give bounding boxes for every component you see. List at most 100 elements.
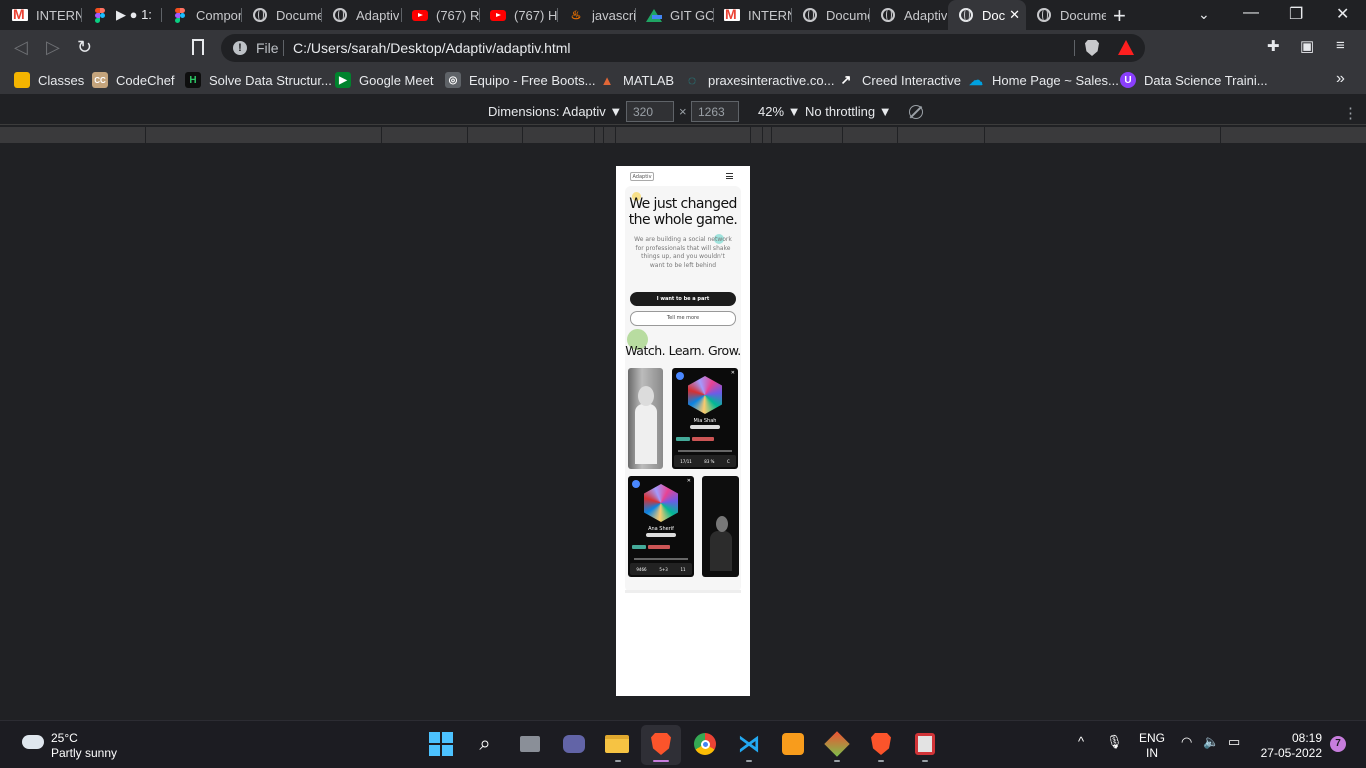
weather-temperature[interactable]: 25°C <box>51 731 78 745</box>
tab-youtube-1[interactable]: (767) Re <box>402 0 480 30</box>
gmail-icon <box>724 6 740 23</box>
youtube-icon <box>412 7 428 23</box>
language-indicator[interactable]: ENG IN <box>1139 731 1165 761</box>
tab-document-2[interactable]: Docume <box>792 0 870 30</box>
back-button[interactable]: ◁ <box>14 37 28 58</box>
bookmark-classes[interactable]: Classes <box>14 71 84 89</box>
bookmark-codechef[interactable]: CC CodeChef <box>92 71 175 89</box>
tab-intern-2[interactable]: INTERN <box>714 0 792 30</box>
tab-components[interactable]: Compor <box>162 0 242 30</box>
brave-shields-icon[interactable] <box>1085 40 1099 56</box>
dimensions-dropdown[interactable]: Dimensions: Adaptiv ▼ <box>488 104 622 119</box>
stat-value: 5+3 <box>659 566 668 572</box>
start-button[interactable] <box>428 731 454 757</box>
volume-icon[interactable]: 🔈 <box>1203 734 1219 750</box>
join-button[interactable]: I want to be a part <box>630 292 736 306</box>
sublime-text-icon[interactable] <box>780 731 806 757</box>
new-tab-button[interactable]: + <box>1113 3 1126 29</box>
tab-media-playing[interactable]: ▶ ● 1: <box>82 0 162 30</box>
tab-adaptiv-2[interactable]: Adaptiv <box>870 0 948 30</box>
stat-value: C <box>726 458 730 464</box>
bookmark-icon[interactable] <box>192 39 204 59</box>
bookmark-data-science[interactable]: U Data Science Traini... <box>1120 71 1268 89</box>
stat-value: 9466 <box>636 566 647 572</box>
notification-badge[interactable]: 7 <box>1330 736 1346 752</box>
brave-browser-icon-2[interactable] <box>868 731 894 757</box>
bookmark-salesforce[interactable]: ☁ Home Page ~ Sales... <box>968 71 1119 89</box>
git-gui-icon[interactable] <box>824 731 850 757</box>
snipping-tool-icon[interactable] <box>912 731 938 757</box>
globe-icon: ◎ <box>445 72 461 88</box>
tab-label: Docume <box>826 7 870 23</box>
tell-me-more-button[interactable]: Tell me more <box>630 311 736 326</box>
search-icon[interactable]: ⌕ <box>472 731 498 757</box>
throttling-dropdown[interactable]: No throttling ▼ <box>805 104 892 119</box>
tab-adaptiv-1[interactable]: Adaptiv <box>322 0 402 30</box>
teams-chat-icon[interactable] <box>561 731 587 757</box>
youtube-icon <box>490 7 506 23</box>
profile-name: Ana Sherif <box>648 526 674 532</box>
site-info-icon[interactable]: ! <box>233 41 247 55</box>
wifi-icon[interactable]: ◠ <box>1181 734 1192 750</box>
address-bar[interactable]: ! File C:/Users/sarah/Desktop/Adaptiv/ad… <box>221 34 1145 62</box>
site-logo[interactable]: Adaptiv <box>630 172 654 181</box>
brave-browser-icon[interactable] <box>648 731 674 757</box>
forward-button[interactable]: ▷ <box>46 37 60 58</box>
tab-youtube-2[interactable]: (767) He <box>480 0 558 30</box>
weather-description[interactable]: Partly sunny <box>51 746 117 760</box>
wallet-icon[interactable]: ▣ <box>1300 37 1314 55</box>
tab-search-chevron-icon[interactable]: ⌄ <box>1198 6 1210 23</box>
dimension-separator: × <box>679 104 687 119</box>
tab-document-3[interactable]: Docume <box>1026 0 1106 30</box>
tab-close-button[interactable]: ✕ <box>1009 7 1020 23</box>
bookmarks-overflow-icon[interactable]: » <box>1336 70 1345 88</box>
zoom-dropdown[interactable]: 42% ▼ <box>758 104 801 119</box>
bookmark-label: praxesinteractive.co... <box>708 72 835 88</box>
microphone-icon[interactable]: 🎙 <box>1106 734 1123 750</box>
bookmark-equipo[interactable]: ◎ Equipo - Free Boots... <box>445 71 595 89</box>
chrome-icon[interactable] <box>692 731 718 757</box>
java-icon: ♨ <box>570 8 582 22</box>
restore-button[interactable]: ❐ <box>1289 4 1303 24</box>
clock-date: 27-05-2022 <box>1260 746 1322 760</box>
device-height-input[interactable] <box>691 101 739 122</box>
tab-git-drive[interactable]: GIT GOI <box>636 0 714 30</box>
globe-icon <box>958 7 974 23</box>
reload-button[interactable]: ↻ <box>77 37 92 58</box>
tray-overflow-chevron-icon[interactable]: ^ <box>1078 734 1084 749</box>
task-view-icon[interactable] <box>517 731 543 757</box>
tab-intern-1[interactable]: INTERN <box>2 0 82 30</box>
running-indicator <box>615 760 621 762</box>
hamburger-menu-icon[interactable] <box>726 173 733 179</box>
tab-label: javascrip <box>592 7 636 23</box>
profile-name: Mia Shah <box>693 418 717 424</box>
media-query-bar[interactable] <box>0 127 1366 143</box>
bookmark-label: MATLAB <box>623 72 675 88</box>
device-viewport[interactable]: Adaptiv We just changed the whole game. … <box>616 166 750 696</box>
weather-partly-sunny-icon[interactable] <box>22 729 44 749</box>
brave-rewards-icon[interactable] <box>1118 40 1134 55</box>
battery-icon[interactable]: ▭ <box>1228 734 1240 750</box>
vscode-icon[interactable]: ⋊ <box>736 731 762 757</box>
menu-icon[interactable]: ≡ <box>1336 37 1345 54</box>
bookmark-praxes[interactable]: ◌ praxesinteractive.co... <box>684 71 835 89</box>
tab-document-1[interactable]: Docume <box>242 0 322 30</box>
device-width-input[interactable] <box>626 101 674 122</box>
extensions-icon[interactable]: ✚ <box>1267 37 1280 55</box>
bookmark-creed-interactive[interactable]: ↗ Creed Interactive <box>838 71 961 89</box>
bookmark-google-meet[interactable]: ▶ Google Meet <box>335 71 433 89</box>
tab-label: Docume <box>276 7 322 23</box>
url-text[interactable]: C:/Users/sarah/Desktop/Adaptiv/adaptiv.h… <box>293 40 571 56</box>
bookmark-matlab[interactable]: ▲ MATLAB <box>599 71 675 89</box>
tab-javascript[interactable]: ♨ javascrip <box>558 0 636 30</box>
hero-title-line2: the whole game. <box>628 212 738 228</box>
codechef-icon: CC <box>92 72 108 88</box>
tab-active-document[interactable]: Doc ✕ <box>948 0 1026 30</box>
clock[interactable]: 08:19 27-05-2022 <box>1258 731 1322 761</box>
minimize-button[interactable]: — <box>1243 4 1259 22</box>
more-options-icon[interactable]: ⋮ <box>1343 104 1358 122</box>
close-window-button[interactable]: ✕ <box>1336 4 1349 24</box>
bookmark-solve-data-structures[interactable]: H Solve Data Structur... <box>185 71 332 89</box>
rotate-icon[interactable] <box>909 105 923 119</box>
file-explorer-icon[interactable] <box>604 731 630 757</box>
